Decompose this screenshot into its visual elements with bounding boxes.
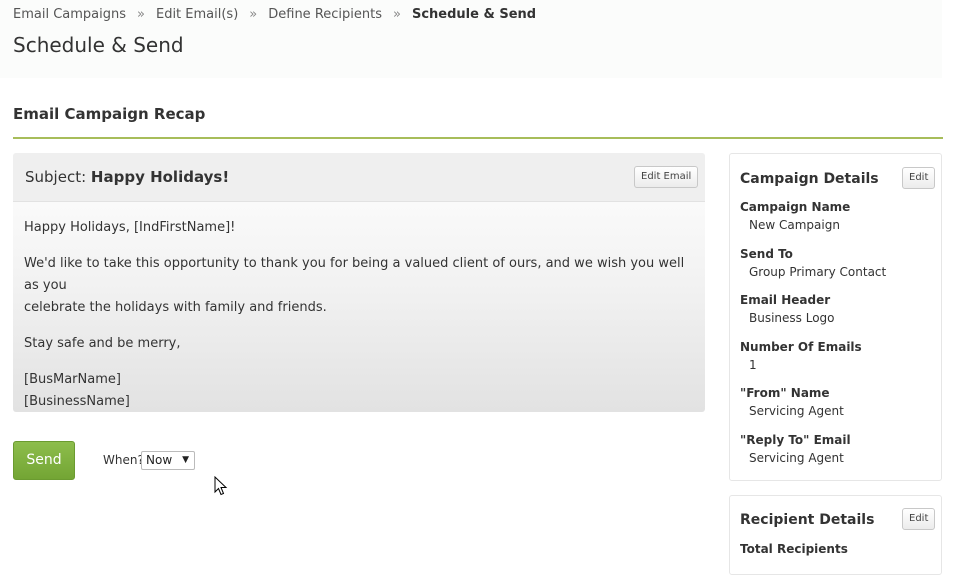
mouse-cursor-icon — [214, 476, 228, 496]
email-body: Happy Holidays, [IndFirstName]! We'd lik… — [24, 217, 694, 427]
recipient-details-panel: Recipient Details Edit Total Recipients — [729, 495, 942, 575]
field-value-number-of-emails: 1 — [749, 358, 757, 372]
field-label-send-to: Send To — [740, 247, 793, 261]
signature-line: [BusMarName] — [24, 372, 121, 387]
field-label-campaign-name: Campaign Name — [740, 200, 851, 214]
breadcrumb: Email Campaigns » Edit Email(s) » Define Rec… — [13, 7, 536, 22]
breadcrumb-edit-emails[interactable]: Edit Email(s) — [156, 7, 238, 22]
email-paragraph: We'd like to take this opportunity to th… — [24, 253, 694, 319]
when-select-value: Now — [146, 453, 173, 467]
edit-campaign-details-button[interactable]: Edit — [902, 167, 936, 189]
edit-recipient-details-button[interactable]: Edit — [902, 508, 936, 530]
email-signature: [BusMarName] [BusinessName] — [24, 369, 694, 413]
breadcrumb-define-recipients[interactable]: Define Recipients — [268, 7, 382, 22]
recap-title: Email Campaign Recap — [13, 105, 206, 123]
campaign-details-title: Campaign Details — [740, 171, 879, 187]
breadcrumb-separator: » — [137, 7, 145, 22]
email-paragraph-line: We'd like to take this opportunity to th… — [24, 256, 685, 293]
email-paragraph-line: celebrate the holidays with family and f… — [24, 300, 327, 315]
subject-label: Subject: — [25, 168, 87, 186]
field-value-email-header: Business Logo — [749, 311, 835, 325]
page-header: Email Campaigns » Edit Email(s) » Define Rec… — [0, 0, 942, 78]
caret-down-icon: ▼ — [182, 455, 189, 465]
field-value-campaign-name: New Campaign — [749, 218, 840, 232]
when-label: When? — [103, 453, 144, 467]
field-value-send-to: Group Primary Contact — [749, 265, 887, 279]
field-label-total-recipients: Total Recipients — [740, 542, 848, 556]
breadcrumb-separator: » — [393, 7, 401, 22]
email-subject-bar: Subject: Happy Holidays! Edit Email — [13, 153, 705, 202]
email-subject: Subject: Happy Holidays! — [25, 168, 229, 186]
signature-line: [BusinessName] — [24, 394, 130, 409]
field-value-from-name: Servicing Agent — [749, 404, 844, 418]
send-button[interactable]: Send — [13, 441, 75, 480]
page-title: Schedule & Send — [13, 33, 184, 57]
field-label-reply-to-email: "Reply To" Email — [740, 433, 851, 447]
breadcrumb-current: Schedule & Send — [411, 7, 537, 22]
edit-email-button[interactable]: Edit Email — [634, 166, 699, 188]
breadcrumb-email-campaigns[interactable]: Email Campaigns — [13, 7, 126, 22]
campaign-details-panel: Campaign Details Edit Campaign Name New … — [729, 153, 942, 481]
email-greeting: Happy Holidays, [IndFirstName]! — [24, 220, 236, 235]
subject-value: Happy Holidays! — [90, 168, 230, 186]
recipient-details-title: Recipient Details — [740, 512, 875, 528]
email-closing: Stay safe and be merry, — [24, 336, 181, 351]
field-label-from-name: "From" Name — [740, 386, 830, 400]
breadcrumb-separator: » — [249, 7, 258, 22]
when-select[interactable]: Now ▼ — [141, 451, 195, 470]
field-label-number-of-emails: Number Of Emails — [740, 340, 862, 354]
email-preview: Subject: Happy Holidays! Edit Email Happ… — [13, 153, 705, 412]
section-divider — [13, 137, 943, 139]
field-label-email-header: Email Header — [740, 293, 831, 307]
field-value-reply-to-email: Servicing Agent — [749, 451, 844, 465]
